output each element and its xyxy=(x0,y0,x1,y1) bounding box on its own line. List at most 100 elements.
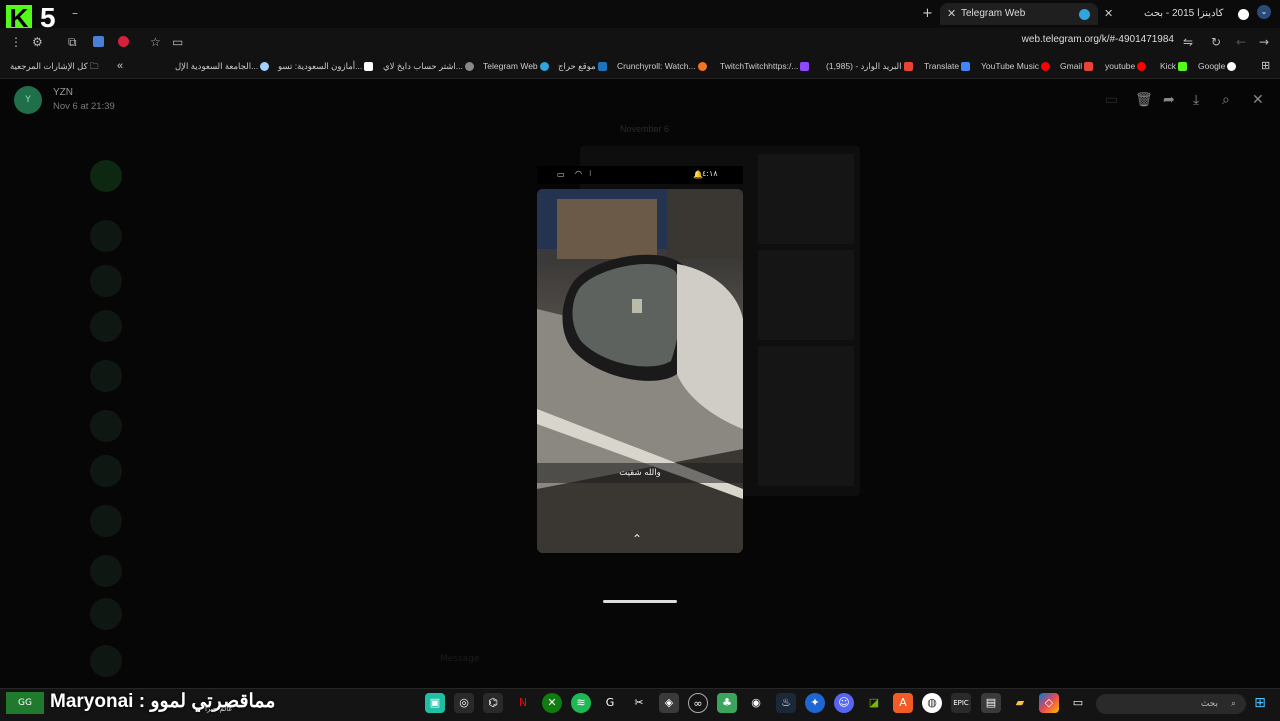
search-icon: ⌕ xyxy=(1230,699,1236,709)
gmail-icon xyxy=(1084,62,1094,72)
address-bar[interactable]: web.telegram.org/k/#-4901471984 xyxy=(1022,34,1174,45)
google-icon xyxy=(1227,62,1237,72)
bookmark-kick[interactable]: Kick xyxy=(1160,58,1189,74)
menu-icon[interactable]: ⋮ xyxy=(10,28,22,56)
twitch-icon xyxy=(800,62,810,72)
bookmark-google[interactable]: Google xyxy=(1198,58,1238,74)
extension-puzzle-icon[interactable]: ⚙ xyxy=(32,28,43,56)
app-icon-17[interactable]: A xyxy=(893,693,913,713)
delete-icon[interactable]: 🗑 xyxy=(1135,92,1153,108)
translate-icon xyxy=(961,62,971,72)
battlenet-icon[interactable]: ✦ xyxy=(805,693,825,713)
app-icon-11[interactable]: ♣ xyxy=(717,693,737,713)
message-input[interactable]: Message xyxy=(440,648,900,670)
dimmed-chat-list xyxy=(78,120,138,680)
wifi-icon: ◠ xyxy=(575,169,582,178)
bookmark-university[interactable]: الجامعة السعودية الإل... xyxy=(175,58,271,74)
zoom-icon[interactable]: ⌕ xyxy=(1222,92,1230,108)
app-icon-10[interactable]: ∞ xyxy=(688,693,708,713)
xbox-icon[interactable]: ✕ xyxy=(542,693,562,713)
sender-name: YZN xyxy=(53,87,73,98)
forward-chat-icon: ▭ xyxy=(1105,92,1119,108)
stream-overlay-small: عالم جيزا xyxy=(205,705,233,713)
site-settings-icon[interactable]: ⇋ xyxy=(1183,28,1193,56)
telegram-icon xyxy=(1079,9,1090,20)
app-icon-7[interactable]: G xyxy=(600,693,620,713)
status-time: ٤:١٨ xyxy=(702,169,718,178)
stream-overlay-text: Maryonai : مماقصرتي لموو xyxy=(50,691,276,712)
kick-icon xyxy=(1178,62,1188,72)
download-icon[interactable]: ⤓ xyxy=(1193,92,1199,108)
back-icon[interactable]: ← xyxy=(1236,28,1246,56)
windows-start-icon[interactable]: ⊞ xyxy=(1250,693,1270,713)
capcut-icon[interactable]: ✂ xyxy=(629,693,649,713)
nvidia-icon[interactable]: ◪ xyxy=(864,693,884,713)
bookmark-twitch[interactable]: TwitchTwitchhttps:/... xyxy=(720,58,811,74)
chevron-left-icon[interactable]: « xyxy=(117,58,123,74)
close-icon[interactable]: ✕ xyxy=(947,3,956,25)
record-icon[interactable] xyxy=(118,36,129,47)
bookmark-translate[interactable]: Translate xyxy=(924,58,972,74)
bookmark-crunchyroll[interactable]: Crunchyroll: Watch... xyxy=(617,58,709,74)
app-icon-1[interactable]: ▣ xyxy=(425,693,445,713)
obs-icon[interactable]: ◉ xyxy=(746,693,766,713)
haraj-icon xyxy=(597,62,607,72)
tab-search-icon[interactable]: ⌄ xyxy=(1257,5,1271,19)
bookmark-telegram[interactable]: Telegram Web xyxy=(483,58,551,74)
amazon-icon xyxy=(364,62,374,72)
date-separator: November 6 xyxy=(620,124,670,134)
battery-icon: ▭ xyxy=(557,170,565,179)
bookmark-youtube[interactable]: youtube xyxy=(1105,58,1148,74)
tab-telegram-web[interactable]: ✕ Telegram Web xyxy=(940,3,1098,25)
google-icon xyxy=(1238,9,1249,20)
file-explorer-icon[interactable]: ▰ xyxy=(1010,693,1030,713)
tab-google-search[interactable]: كادينزا 2015 - بحث Google xyxy=(1118,3,1252,41)
bookmark-gmail[interactable]: Gmail xyxy=(1060,58,1095,74)
spotify-icon[interactable]: ≋ xyxy=(571,693,591,713)
avatar[interactable]: Y xyxy=(14,86,42,114)
university-icon xyxy=(260,62,270,72)
close-icon[interactable]: ✕ xyxy=(1252,92,1264,108)
share-icon[interactable]: ➦ xyxy=(1163,92,1175,108)
bookmark-haraj[interactable]: موقع حراج xyxy=(558,58,609,74)
search-label: بحث xyxy=(1200,699,1218,709)
app-icon-2[interactable]: ◎ xyxy=(454,693,474,713)
reload-icon[interactable]: ↻ xyxy=(1211,28,1221,56)
minimize-icon[interactable]: – xyxy=(72,6,78,20)
app-icon-9[interactable]: ◈ xyxy=(659,693,679,713)
all-bookmarks[interactable]: كل الإشارات المرجعية 🗀 xyxy=(10,58,99,74)
epic-games-icon[interactable]: EPIC xyxy=(951,693,971,713)
apps-icon[interactable]: ⊞ xyxy=(1261,58,1270,74)
new-tab-icon[interactable]: + xyxy=(922,6,933,21)
home-indicator xyxy=(603,600,677,603)
netflix-icon[interactable]: N xyxy=(513,693,533,713)
bookmark-amazon[interactable]: أمازون السعودية: تسو... xyxy=(278,58,375,74)
cast-icon[interactable]: ▭ xyxy=(172,28,183,56)
stream-badge-icon: GG xyxy=(6,692,44,714)
tab-title: Telegram Web xyxy=(961,8,1026,19)
bookmark-youtube-music[interactable]: YouTube Music xyxy=(981,58,1052,74)
youtube-music-icon xyxy=(1040,62,1050,72)
store-icon[interactable]: ▤ xyxy=(981,693,1001,713)
bookmark-buy-account[interactable]: اشتر حساب دايخ لاي... xyxy=(383,58,476,74)
mail-icon xyxy=(903,62,913,72)
task-view-icon[interactable]: ▭ xyxy=(1068,693,1088,713)
translate-icon[interactable] xyxy=(93,36,104,47)
taskbar-search[interactable]: بحث ⌕ xyxy=(1096,694,1246,714)
media-photo[interactable]: والله شقيت xyxy=(537,189,743,553)
close-icon[interactable]: ✕ xyxy=(1104,7,1113,20)
web-icon xyxy=(464,62,474,72)
discord-icon[interactable]: ☺ xyxy=(834,693,854,713)
extensions-icon[interactable]: ⧉ xyxy=(68,28,77,56)
youtube-icon xyxy=(1137,62,1147,72)
app-icon-3[interactable]: ⌬ xyxy=(483,693,503,713)
copilot-icon[interactable]: ◇ xyxy=(1039,693,1059,713)
swipe-up-icon[interactable]: ⌃ xyxy=(632,532,642,546)
chrome-icon[interactable]: ◍ xyxy=(922,693,942,713)
bookmark-inbox[interactable]: البريد الوارد - (1,985) xyxy=(826,58,915,74)
forward-icon[interactable]: → xyxy=(1259,28,1269,56)
side-mirror-image xyxy=(537,189,743,553)
steam-icon[interactable]: ♨ xyxy=(776,693,796,713)
star-icon[interactable]: ☆ xyxy=(150,28,161,56)
photo-caption: والله شقيت xyxy=(537,463,743,483)
